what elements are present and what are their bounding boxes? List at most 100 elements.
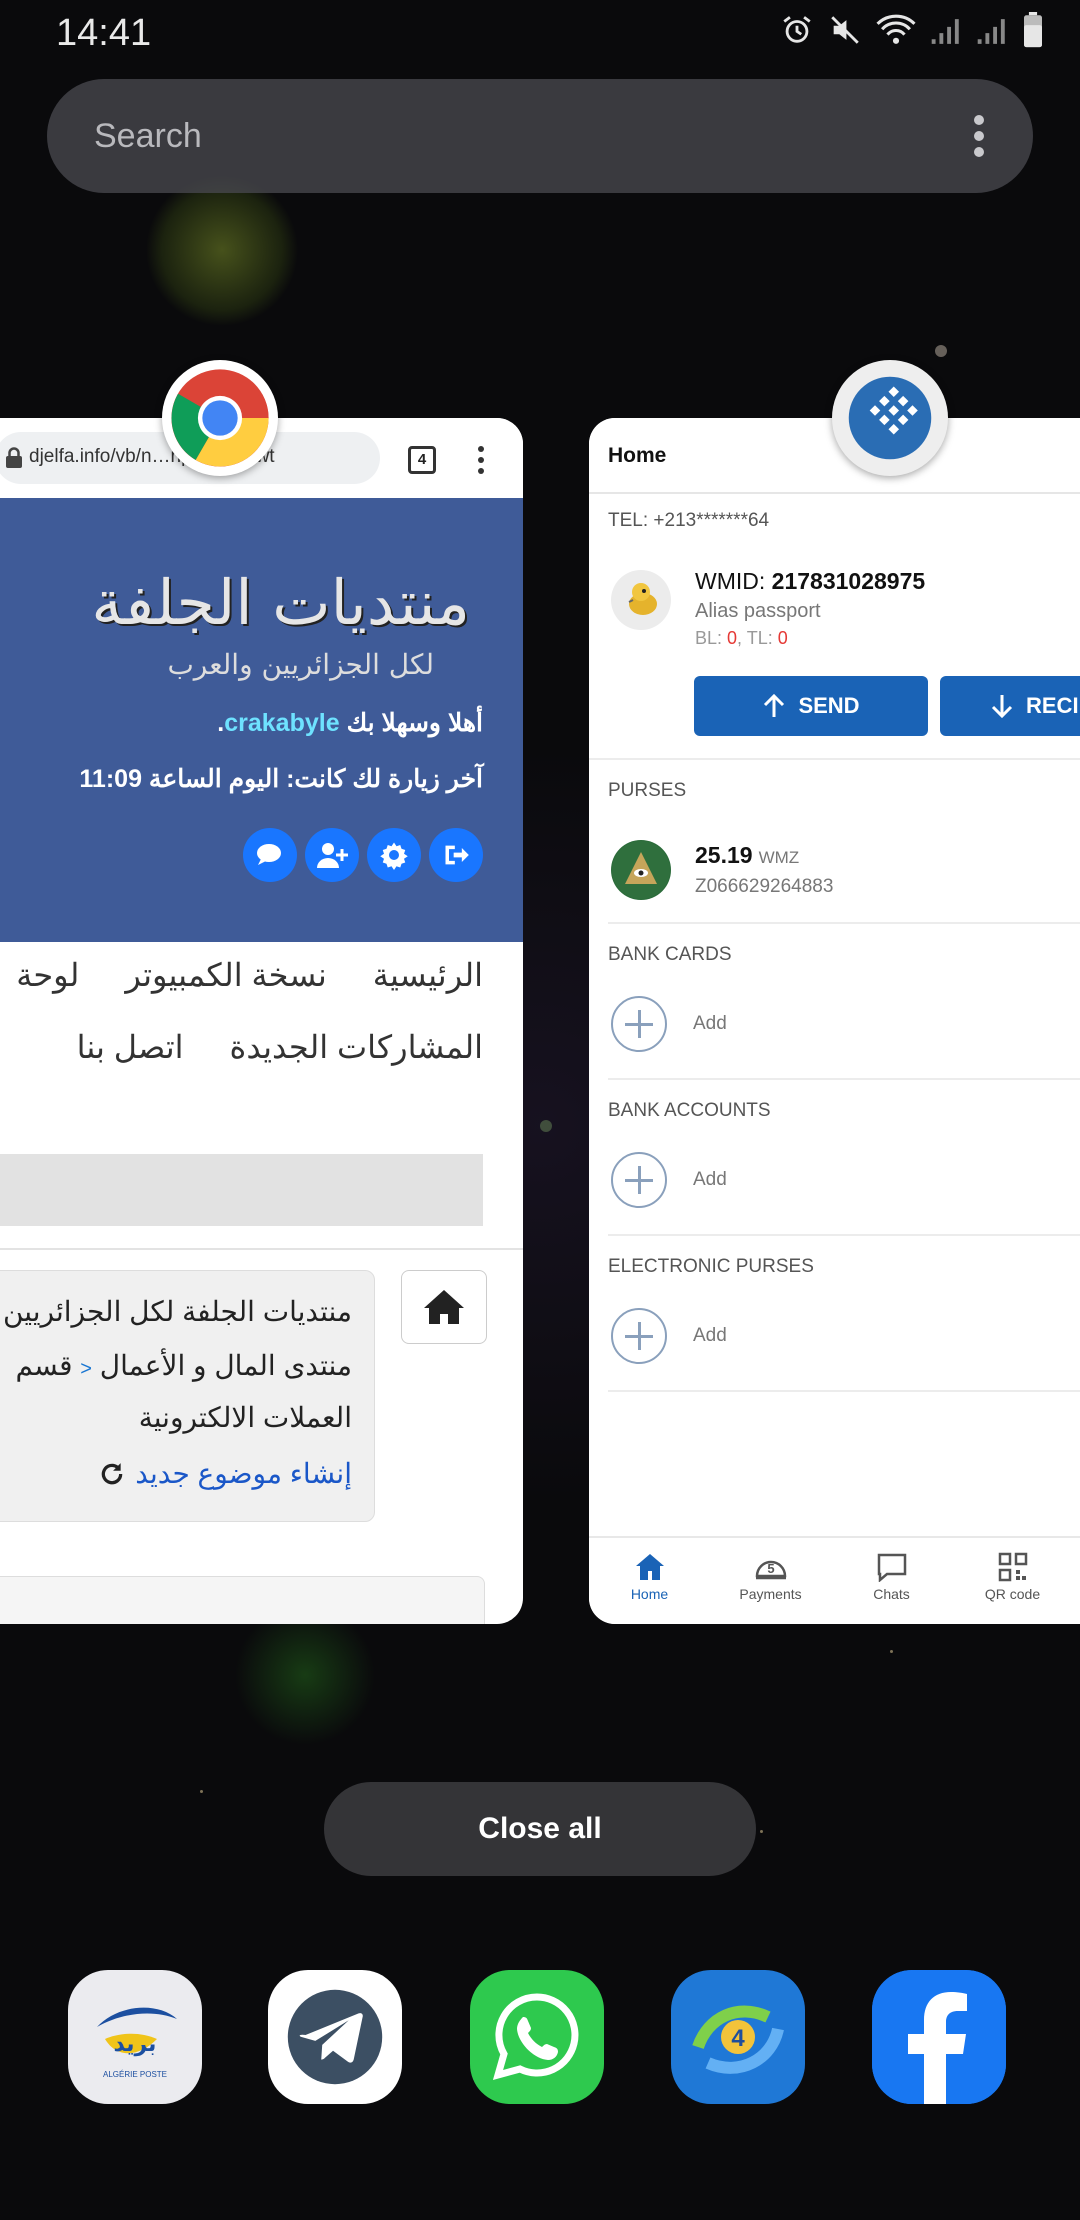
new-topic-link[interactable]: إنشاء موضوع جديد xyxy=(99,1457,352,1490)
forum-header: منتديات الجلفة لكل الجزائريين والعرب أهل… xyxy=(0,498,523,942)
purse-currency: WMZ xyxy=(758,848,800,867)
chat-icon[interactable] xyxy=(243,828,297,882)
webmoney-app-icon[interactable] xyxy=(832,360,948,476)
breadcrumb: منتديات الجلفة لكل الجزائريين منتدى الما… xyxy=(0,1270,375,1522)
nav-home[interactable]: Home xyxy=(589,1538,710,1624)
section-bank-cards: BANK CARDS xyxy=(608,944,732,965)
bl-value: 0 xyxy=(727,628,738,648)
plus-circle-icon xyxy=(611,1152,667,1208)
search-placeholder: Search xyxy=(94,117,202,155)
receive-label: RECI xyxy=(1026,693,1079,718)
settings-gear-icon[interactable] xyxy=(367,828,421,882)
recent-app-chrome[interactable]: djelfa.info/vb/n​…​np?do=newt 4 منتديات … xyxy=(0,418,523,1624)
breadcrumb-e-currencies[interactable]: العملات الالكترونية xyxy=(139,1401,352,1434)
wmid: WMID: 217831028975 xyxy=(695,568,925,595)
bottom-navigation: Home 5 Payments Chats QR code xyxy=(589,1536,1080,1624)
breadcrumb-separator: < xyxy=(80,1358,92,1380)
search-bar[interactable]: Search xyxy=(47,79,1033,193)
dock-metatrader[interactable]: 4 xyxy=(671,1970,805,2104)
section-bank-accounts: BANK ACCOUNTS xyxy=(608,1100,771,1121)
purse-balance[interactable]: 25.19 WMZ xyxy=(695,842,799,869)
divider xyxy=(589,758,1080,760)
signal-icon xyxy=(977,19,1005,44)
more-options-icon[interactable] xyxy=(478,446,484,479)
breadcrumb-section: منتدى المال و الأعمال < قسم xyxy=(15,1349,352,1382)
qr-code-icon xyxy=(998,1552,1027,1582)
wallpaper-star xyxy=(200,1790,203,1793)
telegram-icon xyxy=(287,1989,383,2085)
section-purses: PURSES xyxy=(608,780,687,801)
more-options-icon[interactable] xyxy=(973,115,985,159)
metatrader-icon: 4 xyxy=(678,1977,798,2097)
plus-circle-icon xyxy=(611,1308,667,1364)
chat-icon xyxy=(877,1553,906,1582)
forum-menu-row-1: الرئيسية نسخة الكمبيوتر لوحة xyxy=(16,956,483,994)
nav-qr-label: QR code xyxy=(984,1586,1041,1602)
wallpaper-star xyxy=(540,1120,552,1132)
page-title: Home xyxy=(608,444,667,467)
forum-menu-row-2: المشاركات الجديدة اتصل بنا xyxy=(77,1028,483,1066)
breadcrumb-forum[interactable]: منتديات الجلفة لكل الجزائريين xyxy=(3,1295,352,1328)
welcome-prefix: أهلا وسهلا بك xyxy=(346,709,483,737)
nav-qr-code[interactable]: QR code xyxy=(952,1538,1073,1624)
home-icon xyxy=(424,1290,464,1324)
close-all-button[interactable]: Close all xyxy=(324,1782,756,1876)
divider xyxy=(608,1234,1080,1236)
welcome-text: أهلا وسهلا بك crakabyle. xyxy=(217,708,483,738)
logo-subtitle: لكل الجزائريين والعرب xyxy=(167,648,434,681)
alarm-icon xyxy=(783,16,811,43)
logout-icon[interactable] xyxy=(429,828,483,882)
add-bank-card[interactable]: Add xyxy=(611,996,727,1052)
last-visit-text: آخر زيارة لك كانت: اليوم الساعة 11:09 xyxy=(79,765,483,793)
recent-app-webmoney[interactable]: Home TEL: +213*******64 WMID: 2178310289… xyxy=(589,418,1080,1624)
phone-number: TEL: +213*******64 xyxy=(608,510,770,531)
add-bank-account[interactable]: Add xyxy=(611,1152,727,1208)
menu-item-control-panel[interactable]: لوحة xyxy=(16,956,79,994)
menu-item-home[interactable]: الرئيسية xyxy=(373,956,483,994)
send-button[interactable]: SEND xyxy=(694,676,928,736)
svg-text:بريد: بريد xyxy=(114,2032,157,2057)
signal-icon xyxy=(931,19,959,44)
add-user-icon[interactable] xyxy=(305,828,359,882)
plus-circle-icon xyxy=(611,996,667,1052)
divider xyxy=(608,1078,1080,1080)
home-button[interactable] xyxy=(401,1270,487,1344)
purse-icon xyxy=(611,840,671,900)
wallpaper-star xyxy=(760,1830,763,1833)
status-bar: 14:41 xyxy=(0,0,1080,62)
dock-facebook[interactable] xyxy=(872,1970,1006,2104)
search-strip xyxy=(0,1154,483,1226)
algerie-poste-icon: بريد ALGÉRIE POSTE xyxy=(97,2007,177,2079)
bl-tl-levels: BL: 0, TL: 0 xyxy=(695,628,788,649)
menu-item-desktop-version[interactable]: نسخة الكمبيوتر xyxy=(125,956,326,994)
menu-item-contact[interactable]: اتصل بنا xyxy=(77,1028,184,1066)
dock-whatsapp[interactable] xyxy=(470,1970,604,2104)
metatrader-badge: 4 xyxy=(731,2025,745,2052)
divider xyxy=(608,922,1080,924)
add-electronic-purse[interactable]: Add xyxy=(611,1308,727,1364)
dock-telegram[interactable] xyxy=(268,1970,402,2104)
tab-switcher-button[interactable]: 4 xyxy=(408,446,436,474)
algerie-poste-label: ALGÉRIE POSTE xyxy=(103,2070,167,2079)
avatar[interactable] xyxy=(611,570,671,630)
menu-item-new-posts[interactable]: المشاركات الجديدة xyxy=(230,1028,483,1066)
add-label: Add xyxy=(693,1013,727,1034)
nav-home-label: Home xyxy=(630,1586,669,1602)
payments-icon: 5 xyxy=(755,1560,786,1580)
nav-payments-label: Payments xyxy=(739,1586,802,1602)
forum-logo: منتديات الجلفة لكل الجزائريين والعرب xyxy=(91,526,470,696)
refresh-icon xyxy=(102,1462,123,1484)
dock-algerie-poste[interactable]: بريد ALGÉRIE POSTE xyxy=(68,1970,202,2104)
breadcrumb-business[interactable]: منتدى المال و الأعمال xyxy=(100,1350,352,1381)
username-link[interactable]: crakabyle xyxy=(224,709,339,737)
wallpaper-star xyxy=(890,1650,893,1653)
breadcrumb-subsection[interactable]: قسم xyxy=(15,1350,72,1381)
wifi-icon xyxy=(876,14,916,44)
chrome-app-icon[interactable] xyxy=(162,360,278,476)
nav-chats[interactable]: Chats xyxy=(831,1538,952,1624)
nav-payments[interactable]: 5 Payments xyxy=(710,1538,831,1624)
divider xyxy=(608,1390,1080,1392)
chrome-icon xyxy=(171,369,269,467)
wallpaper-star xyxy=(935,345,947,357)
receive-button[interactable]: RECI xyxy=(940,676,1080,736)
